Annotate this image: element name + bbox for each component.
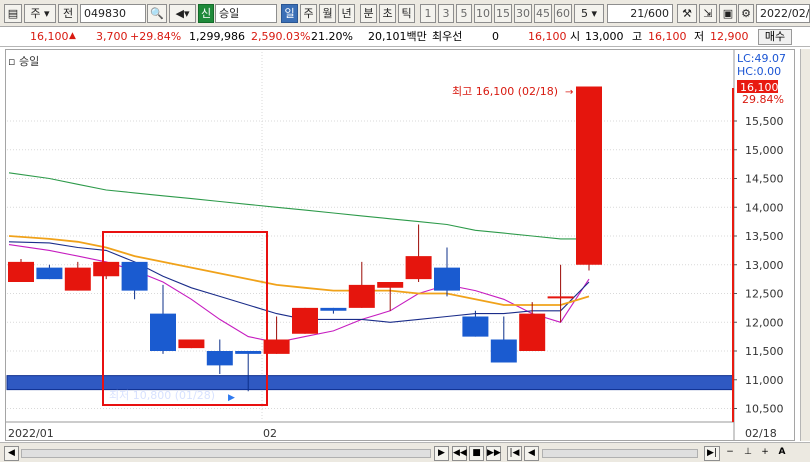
support-band	[6, 375, 734, 391]
lc-label: LC:49.07	[737, 52, 786, 65]
zoom-in-icon[interactable]: +	[757, 446, 773, 461]
auto-scale-icon[interactable]: A	[774, 446, 790, 461]
price-chart[interactable]: 10,500 11,000 11,500 12,000 12,500 13,000 13,5…	[0, 0, 810, 469]
y-tick-label: 12,000	[745, 316, 784, 329]
candle-body[interactable]	[576, 86, 602, 265]
play-icon[interactable]: ▶▶	[486, 446, 501, 461]
y-tick-label: 12,500	[745, 288, 784, 301]
page-prev-icon[interactable]: ◀	[524, 446, 539, 461]
zoom-track[interactable]	[542, 449, 698, 458]
candle-body[interactable]	[64, 267, 91, 291]
scroll-track[interactable]	[21, 449, 431, 458]
hc-label: HC:0.00	[737, 65, 781, 78]
candle-body[interactable]	[178, 339, 205, 349]
candle-body[interactable]	[121, 261, 148, 291]
y-tick-label: 15,000	[745, 144, 784, 157]
y-tick-label: 13,000	[745, 259, 784, 272]
candle-body[interactable]	[462, 316, 489, 337]
candle-body[interactable]	[36, 267, 63, 280]
ma-line	[8, 172, 589, 240]
zoom-out-icon[interactable]: −	[722, 446, 738, 461]
pct-tag: 29.84%	[742, 93, 784, 106]
stop-icon[interactable]: ■	[469, 446, 484, 461]
time-axis: 2022/01 02 02/18	[8, 427, 777, 440]
chart-scrollbar[interactable]: ◀ ▶ ◀◀ ■ ▶▶ |◀ ◀ ▶| − ⊥ + A	[0, 442, 810, 462]
candle-body[interactable]	[93, 261, 120, 277]
candle-body[interactable]	[377, 282, 404, 288]
y-tick-label: 15,500	[745, 115, 784, 128]
y-tick-label: 11,500	[745, 345, 784, 358]
y-tick-label: 10,500	[745, 403, 784, 416]
vertical-scrollbar[interactable]	[800, 49, 810, 441]
candle-body[interactable]	[519, 313, 546, 351]
candle-body[interactable]	[434, 267, 460, 291]
high-arrow-icon: →	[565, 87, 573, 98]
x-tick-label: 02/18	[745, 427, 777, 440]
zoom-reset-icon[interactable]: ⊥	[740, 446, 756, 461]
candles[interactable]	[8, 86, 602, 392]
low-note: 최저 10,800 (01/28)	[109, 389, 215, 402]
candle-body[interactable]	[490, 339, 517, 363]
candle-body[interactable]	[235, 351, 262, 354]
candle-body[interactable]	[348, 284, 375, 308]
candle-body[interactable]	[320, 307, 347, 311]
rewind-icon[interactable]: ◀◀	[452, 446, 467, 461]
support-line	[6, 375, 734, 391]
x-tick-label: 02	[263, 427, 277, 440]
y-tick-label: 13,500	[745, 230, 784, 243]
y-tick-label: 14,000	[745, 201, 784, 214]
high-note: 최고 16,100 (02/18)	[452, 85, 558, 98]
low-arrow-icon: ▶	[228, 393, 235, 403]
candle-body[interactable]	[292, 307, 318, 334]
candle-body[interactable]	[206, 351, 233, 366]
first-page-icon[interactable]: |◀	[507, 446, 522, 461]
scroll-left-icon[interactable]: ◀	[4, 446, 19, 461]
candle-body[interactable]	[150, 313, 176, 351]
y-tick-label: 14,500	[745, 173, 784, 186]
y-tick-label: 11,000	[745, 374, 784, 387]
scroll-right-icon[interactable]: ▶	[434, 446, 449, 461]
grid-lines	[7, 52, 733, 420]
candle-body[interactable]	[405, 256, 432, 280]
price-axis: 10,500 11,000 11,500 12,000 12,500 13,000 13,5…	[734, 115, 784, 416]
candle-body[interactable]	[8, 261, 34, 282]
page-next-icon[interactable]: ▶|	[704, 446, 720, 461]
candle-body[interactable]	[547, 296, 574, 299]
x-tick-label: 2022/01	[8, 427, 54, 440]
